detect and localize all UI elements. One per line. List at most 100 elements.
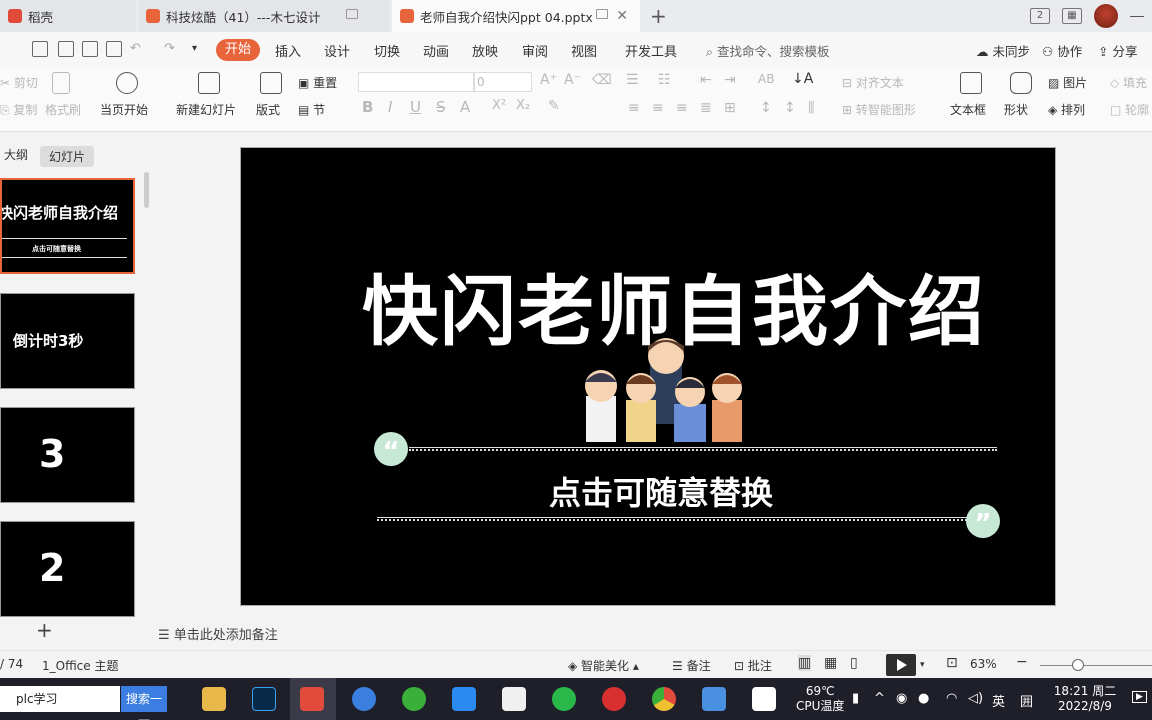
strikethrough-button[interactable]: S [436,98,446,116]
slide-thumbnail-2[interactable]: 倒计时3秒 [0,293,135,389]
tab-review[interactable]: 审阅 [522,41,548,60]
avatar[interactable] [1094,4,1118,28]
picture-button[interactable]: ▨ 图片 [1048,74,1087,91]
font-size-select[interactable]: 0 [474,72,532,92]
align-left-icon[interactable]: ≡ [628,100,640,116]
numbered-list-icon[interactable]: ☷ [658,72,671,88]
italic-button[interactable]: I [388,98,392,116]
photoshop-icon[interactable] [252,687,276,711]
slide-thumbnail-3[interactable]: 3 [0,407,135,503]
line-spacing-icon[interactable]: ↕ [760,100,772,116]
print-icon[interactable] [82,41,98,57]
save-icon[interactable] [32,41,48,57]
reading-view-icon[interactable]: ▯ [850,655,858,671]
preview-icon[interactable] [106,41,122,57]
tab-insert[interactable]: 插入 [275,41,301,60]
cloud-drive-icon[interactable] [702,687,726,711]
photo-app-icon[interactable] [502,687,526,711]
tab-design[interactable]: 设计 [324,41,350,60]
superscript-button[interactable]: X² [492,98,506,113]
column-icon[interactable]: ⫼ [808,100,814,116]
tab-slides[interactable]: 幻灯片 [40,146,95,167]
slide-panel-scrollbar[interactable] [144,172,149,208]
zoom-out-icon[interactable]: − [1016,654,1028,670]
qq-icon[interactable]: ◉ [896,691,907,706]
highlight-icon[interactable]: ✎ [548,98,560,114]
ime-mode[interactable]: 囲 [1020,691,1033,710]
workspace-icon[interactable]: 2 [1030,8,1050,24]
tray-app-icon[interactable]: ● [918,691,929,706]
clock[interactable]: 18:21 周二 2022/8/9 [1050,684,1120,714]
outline-button[interactable]: □ 轮廓 [1110,101,1149,118]
zoom-level[interactable]: 63% [970,657,997,671]
add-slide-button[interactable]: + [36,618,53,642]
cut-button[interactable]: ✂ 剪切 [0,74,38,91]
wechat-icon[interactable] [552,687,576,711]
paragraph-spacing-icon[interactable]: ↕ [784,100,796,116]
zoom-slider-handle[interactable] [1072,659,1084,671]
slide-subtitle[interactable]: 点击可随意替换 [241,468,1055,514]
monitor-icon[interactable] [596,9,608,19]
text-direction-icon[interactable]: AB [758,72,774,86]
bold-button[interactable]: B [362,98,373,116]
reset-button[interactable]: ▣ 重置 [298,74,337,91]
tab-animation[interactable]: 动画 [423,41,449,60]
distribute-icon[interactable]: ⊞ [724,100,736,116]
redo-icon[interactable]: ↷ [164,41,175,56]
tab-developer[interactable]: 开发工具 [625,41,677,60]
sort-icon[interactable]: ↓A [792,71,813,87]
minimize-icon[interactable] [1130,15,1144,17]
wifi-icon[interactable]: ◠ [946,691,957,706]
from-current-button[interactable]: 当页开始 [100,101,148,118]
increase-indent-icon[interactable]: ⇥ [724,72,736,88]
tab-outline[interactable]: 大纲 [4,146,28,163]
battery-icon[interactable]: ▮ [852,691,859,706]
fill-button[interactable]: ◇ 填充 [1110,74,1147,91]
tab-slideshow[interactable]: 放映 [472,41,498,60]
layout-button[interactable]: 版式 [256,101,280,118]
notes-area[interactable] [150,620,1152,648]
export-icon[interactable] [58,41,74,57]
tab-transition[interactable]: 切换 [374,41,400,60]
kids-illustration[interactable] [566,334,766,446]
notes-placeholder[interactable]: ☰ 单击此处添加备注 [158,624,278,643]
tab-home[interactable]: 开始 [216,39,260,61]
font-family-select[interactable] [358,72,474,92]
tab-view[interactable]: 视图 [571,41,597,60]
font-color-button[interactable]: A [460,98,470,116]
play-slideshow-button[interactable] [886,654,916,676]
textbox-button[interactable]: 文本框 [950,101,986,118]
command-search[interactable]: ⌕ 查找命令、搜索模板 [706,41,830,60]
bullet-list-icon[interactable]: ☰ [626,72,639,88]
capcut-icon[interactable] [752,687,776,711]
smart-beautify-button[interactable]: ◈ 智能美化 ▴ [568,657,639,674]
wps-icon[interactable] [300,687,324,711]
close-tab-icon[interactable]: ✕ [616,8,628,24]
justify-icon[interactable]: ≣ [700,100,712,116]
fit-window-icon[interactable]: ⊡ [946,655,958,671]
ime-language[interactable]: 英 [992,691,1005,710]
slide-thumbnail-1[interactable]: 快闪老师自我介绍 点击可随意替换 [0,178,135,274]
monitor-icon[interactable] [346,9,358,19]
format-painter-button[interactable]: 格式刷 [45,101,81,118]
shrink-font-icon[interactable]: A⁻ [564,72,581,88]
downloader-icon[interactable] [452,687,476,711]
browser-icon[interactable] [352,687,376,711]
grow-font-icon[interactable]: A⁺ [540,72,557,88]
chrome-icon[interactable] [652,687,676,711]
align-right-icon[interactable]: ≡ [676,100,688,116]
undo-icon[interactable]: ↶ [130,41,141,56]
volume-icon[interactable]: ◁) [968,691,983,706]
tab-docer[interactable]: 稻壳 [0,0,136,32]
align-text-button[interactable]: ⊟ 对齐文本 [842,74,904,91]
slide-canvas[interactable]: 快闪老师自我介绍 “ 点击可随意替换 ” [240,147,1056,606]
taskbar-search-input[interactable]: plc学习 [0,686,120,712]
smart-shape-button[interactable]: ⊞ 转智能图形 [842,101,916,118]
file-explorer-icon[interactable] [202,687,226,711]
subscript-button[interactable]: X₂ [516,98,530,113]
collaborate-button[interactable]: ⚇ 协作 [1042,41,1082,60]
taskbar-search-button[interactable]: 搜索一下 [121,686,167,720]
tray-expand-icon[interactable]: ^ [874,691,885,706]
slide-thumbnail-4[interactable]: 2 [0,521,135,617]
tab-tech-design[interactable]: 科技炫酷（41）---木七设计 [138,0,390,32]
